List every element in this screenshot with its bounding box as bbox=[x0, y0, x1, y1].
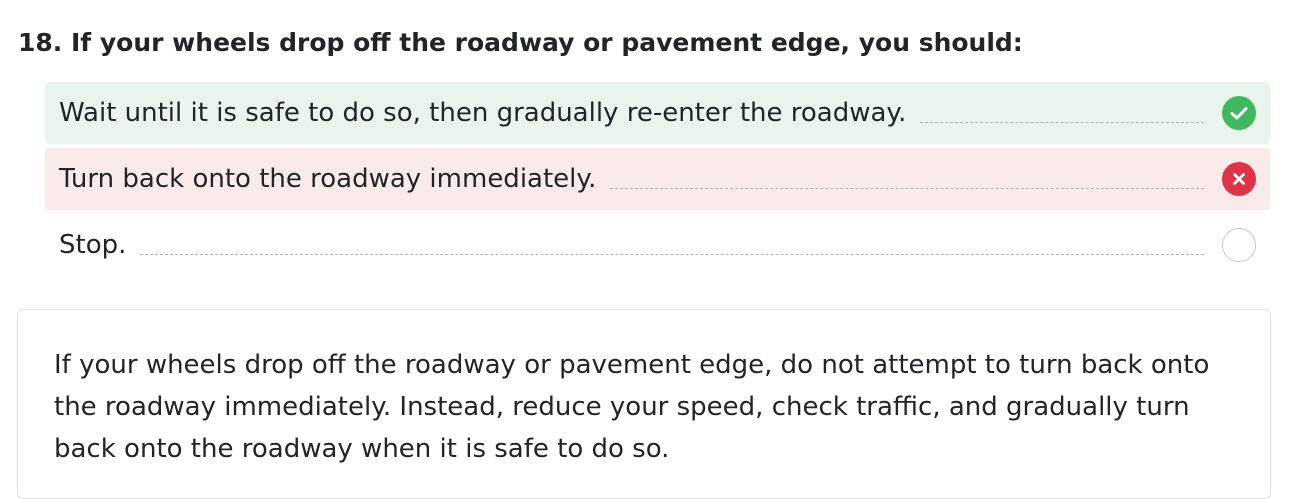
dotted-leader bbox=[140, 253, 1204, 255]
answer-label: Wait until it is safe to do so, then gra… bbox=[59, 98, 907, 128]
question-title: 18. If your wheels drop off the roadway … bbox=[18, 28, 1023, 57]
answer-label: Turn back onto the roadway immediately. bbox=[59, 164, 597, 194]
dotted-leader bbox=[610, 187, 1204, 189]
answer-option-1[interactable]: Wait until it is safe to do so, then gra… bbox=[45, 82, 1270, 144]
answer-option-3[interactable]: Stop. bbox=[45, 214, 1270, 276]
answer-option-2[interactable]: Turn back onto the roadway immediately. bbox=[45, 148, 1270, 210]
dotted-leader bbox=[920, 121, 1204, 123]
explanation-box: If your wheels drop off the roadway or p… bbox=[17, 309, 1271, 499]
answer-label: Stop. bbox=[59, 230, 127, 260]
answer-list: Wait until it is safe to do so, then gra… bbox=[45, 82, 1270, 280]
empty-circle-icon[interactable] bbox=[1222, 228, 1256, 262]
explanation-text: If your wheels drop off the roadway or p… bbox=[54, 350, 1210, 464]
check-icon bbox=[1222, 96, 1256, 130]
x-icon bbox=[1222, 162, 1256, 196]
